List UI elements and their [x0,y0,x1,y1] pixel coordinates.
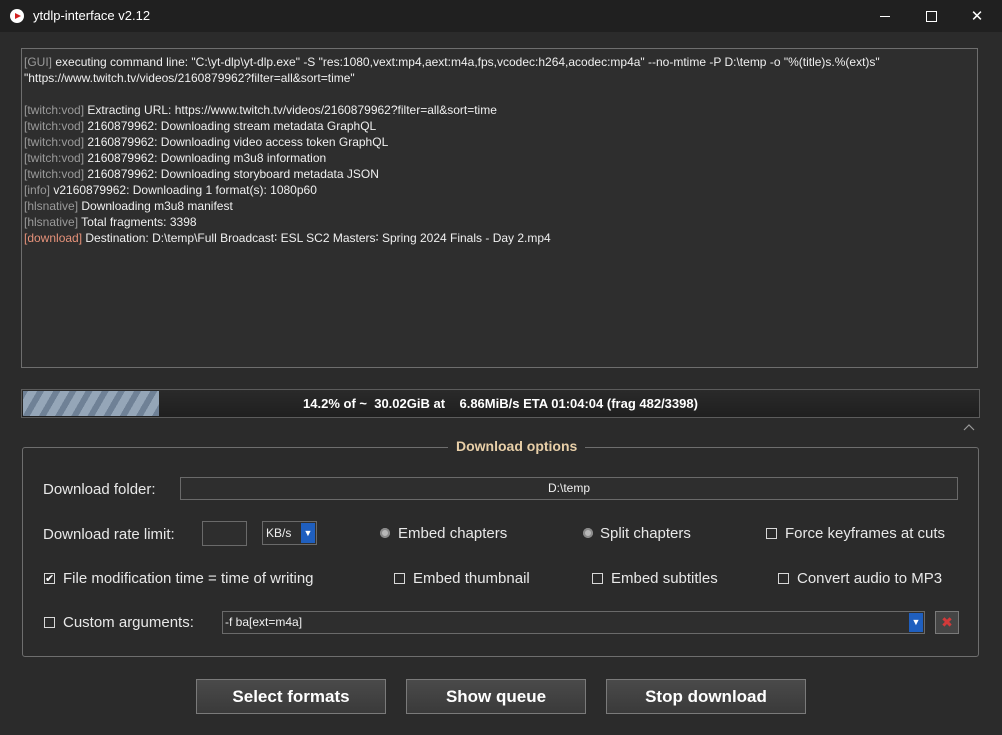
select-formats-button[interactable]: Select formats [196,679,386,714]
log-line: [twitch:vod] Extracting URL: https://www… [24,102,975,118]
log-text: executing command line: "C:\yt-dlp\yt-dl… [24,55,880,85]
log-tag: [hlsnative] [24,199,79,213]
log-text: Destination: D:\temp\Full Broadcast∶ ESL… [82,231,551,245]
log-text: Downloading m3u8 manifest [78,199,233,213]
log-text: 2160879962: Downloading video access tok… [84,135,389,149]
log-tag: [info] [24,183,51,197]
log-line: [twitch:vod] 2160879962: Downloading sto… [24,166,975,182]
force-keyframes-checkbox[interactable] [766,528,777,539]
output-log[interactable]: [GUI] executing command line: "C:\yt-dlp… [21,48,978,368]
convert-mp3-label[interactable]: Convert audio to MP3 [797,570,942,587]
log-text: v2160879962: Downloading 1 format(s): 10… [50,183,317,197]
minimize-button[interactable] [862,0,908,32]
log-text: 2160879962: Downloading stream metadata … [84,119,377,133]
maximize-icon [925,10,937,22]
embed-chapters-radio[interactable] [380,528,390,538]
log-text: Extracting URL: https://www.twitch.tv/vi… [84,103,497,117]
log-line: [twitch:vod] 2160879962: Downloading vid… [24,134,975,150]
download-folder-label: Download folder: [43,481,156,498]
log-text: 2160879962: Downloading m3u8 information [84,151,327,165]
embed-subtitles-label[interactable]: Embed subtitles [611,570,718,587]
force-keyframes-label[interactable]: Force keyframes at cuts [785,525,945,542]
log-text: Total fragments: 3398 [78,215,197,229]
log-tag: [twitch:vod] [24,151,85,165]
log-line: [hlsnative] Downloading m3u8 manifest [24,198,975,214]
log-text: 2160879962: Downloading storyboard metad… [84,167,379,181]
log-line: [download] Destination: D:\temp\Full Bro… [24,230,975,246]
rate-unit-value: KB/s [266,526,292,540]
stop-download-button[interactable]: Stop download [606,679,806,714]
embed-subtitles-checkbox[interactable] [592,573,603,584]
convert-mp3-checkbox[interactable] [778,573,789,584]
download-progress-bar: 14.2% of ~ 30.02GiB at 6.86MiB/s ETA 01:… [21,389,980,418]
embed-thumbnail-checkbox[interactable] [394,573,405,584]
file-mtime-checkbox[interactable]: ✔ [44,573,55,584]
rate-unit-select[interactable]: KB/s ▼ [262,521,317,545]
log-gui-line: [GUI] executing command line: "C:\yt-dlp… [24,54,975,86]
show-queue-button[interactable]: Show queue [406,679,586,714]
app-play-icon [10,9,24,23]
custom-args-value: -f ba[ext=m4a] [225,615,303,629]
log-line: [twitch:vod] 2160879962: Downloading m3u… [24,150,975,166]
custom-args-checkbox[interactable] [44,617,55,628]
log-tag-download: [download] [24,231,83,245]
split-chapters-label[interactable]: Split chapters [600,525,691,542]
log-line: [info] v2160879962: Downloading 1 format… [24,182,975,198]
log-line: [twitch:vod] 2160879962: Downloading str… [24,118,975,134]
minimize-icon [880,15,890,17]
log-tag: [twitch:vod] [24,119,85,133]
chevron-up-icon[interactable] [963,423,975,431]
log-tag: [twitch:vod] [24,135,85,149]
clear-args-button[interactable]: ✖ [935,611,959,634]
embed-chapters-label[interactable]: Embed chapters [398,525,507,542]
custom-args-combobox[interactable]: -f ba[ext=m4a] ▼ [222,611,925,634]
log-tag: [hlsnative] [24,215,79,229]
rate-limit-input[interactable] [202,521,247,546]
chevron-down-icon[interactable]: ▼ [909,613,923,632]
download-folder-field[interactable]: D:\temp [180,477,958,500]
custom-args-label[interactable]: Custom arguments: [63,614,194,631]
chevron-down-icon[interactable]: ▼ [301,523,315,543]
log-line: [hlsnative] Total fragments: 3398 [24,214,975,230]
embed-thumbnail-label[interactable]: Embed thumbnail [413,570,530,587]
progress-text: 14.2% of ~ 30.02GiB at 6.86MiB/s ETA 01:… [303,396,698,411]
rate-limit-label: Download rate limit: [43,526,175,543]
maximize-button[interactable] [908,0,954,32]
log-tag: [twitch:vod] [24,103,85,117]
close-icon: ✕ [970,7,984,25]
log-tag: [twitch:vod] [24,167,85,181]
file-mtime-label[interactable]: File modification time = time of writing [63,570,314,587]
log-tag: [GUI] [24,55,53,69]
close-button[interactable]: ✕ [954,0,1000,32]
window-title: ytdlp-interface v2.12 [33,8,151,23]
split-chapters-radio[interactable] [583,528,593,538]
close-icon: ✖ [941,614,953,631]
download-options-legend: Download options [448,438,586,454]
title-bar: ytdlp-interface v2.12 ✕ [0,0,1002,32]
